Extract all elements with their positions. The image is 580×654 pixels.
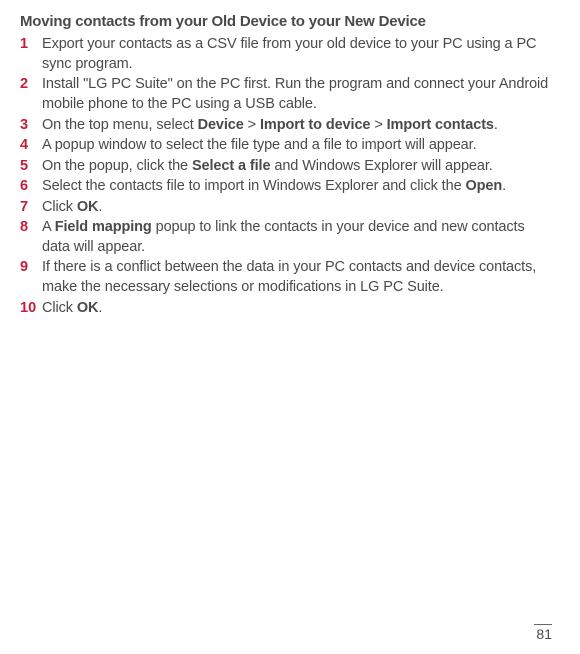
step-number: 4 — [20, 136, 42, 156]
list-item: 4 A popup window to select the file type… — [20, 136, 552, 156]
step-text: Install "LG PC Suite" on the PC first. R… — [42, 75, 552, 114]
step-text: Select the contacts file to import in Wi… — [42, 177, 552, 197]
list-item: 5 On the popup, click the Select a file … — [20, 157, 552, 177]
step-text: Click OK. — [42, 299, 552, 319]
list-item: 9 If there is a conflict between the dat… — [20, 258, 552, 297]
step-number: 2 — [20, 75, 42, 95]
steps-list: 1 Export your contacts as a CSV file fro… — [20, 35, 552, 318]
step-number: 6 — [20, 177, 42, 197]
list-item: 10 Click OK. — [20, 299, 552, 319]
step-text: Click OK. — [42, 198, 552, 218]
list-item: 7 Click OK. — [20, 198, 552, 218]
step-text: If there is a conflict between the data … — [42, 258, 552, 297]
step-number: 1 — [20, 35, 42, 55]
section-heading: Moving contacts from your Old Device to … — [20, 12, 552, 32]
step-text: A popup window to select the file type a… — [42, 136, 552, 156]
step-number: 3 — [20, 116, 42, 136]
list-item: 2 Install "LG PC Suite" on the PC first.… — [20, 75, 552, 114]
list-item: 6 Select the contacts file to import in … — [20, 177, 552, 197]
step-text: On the top menu, select Device > Import … — [42, 116, 552, 136]
step-number: 5 — [20, 157, 42, 177]
step-text: A Field mapping popup to link the contac… — [42, 218, 552, 257]
step-number: 8 — [20, 218, 42, 238]
step-text: On the popup, click the Select a file an… — [42, 157, 552, 177]
step-number: 9 — [20, 258, 42, 278]
page-number: 81 — [534, 624, 552, 644]
list-item: 8 A Field mapping popup to link the cont… — [20, 218, 552, 257]
step-text: Export your contacts as a CSV file from … — [42, 35, 552, 74]
step-number: 7 — [20, 198, 42, 218]
step-number: 10 — [20, 299, 42, 319]
list-item: 3 On the top menu, select Device > Impor… — [20, 116, 552, 136]
list-item: 1 Export your contacts as a CSV file fro… — [20, 35, 552, 74]
